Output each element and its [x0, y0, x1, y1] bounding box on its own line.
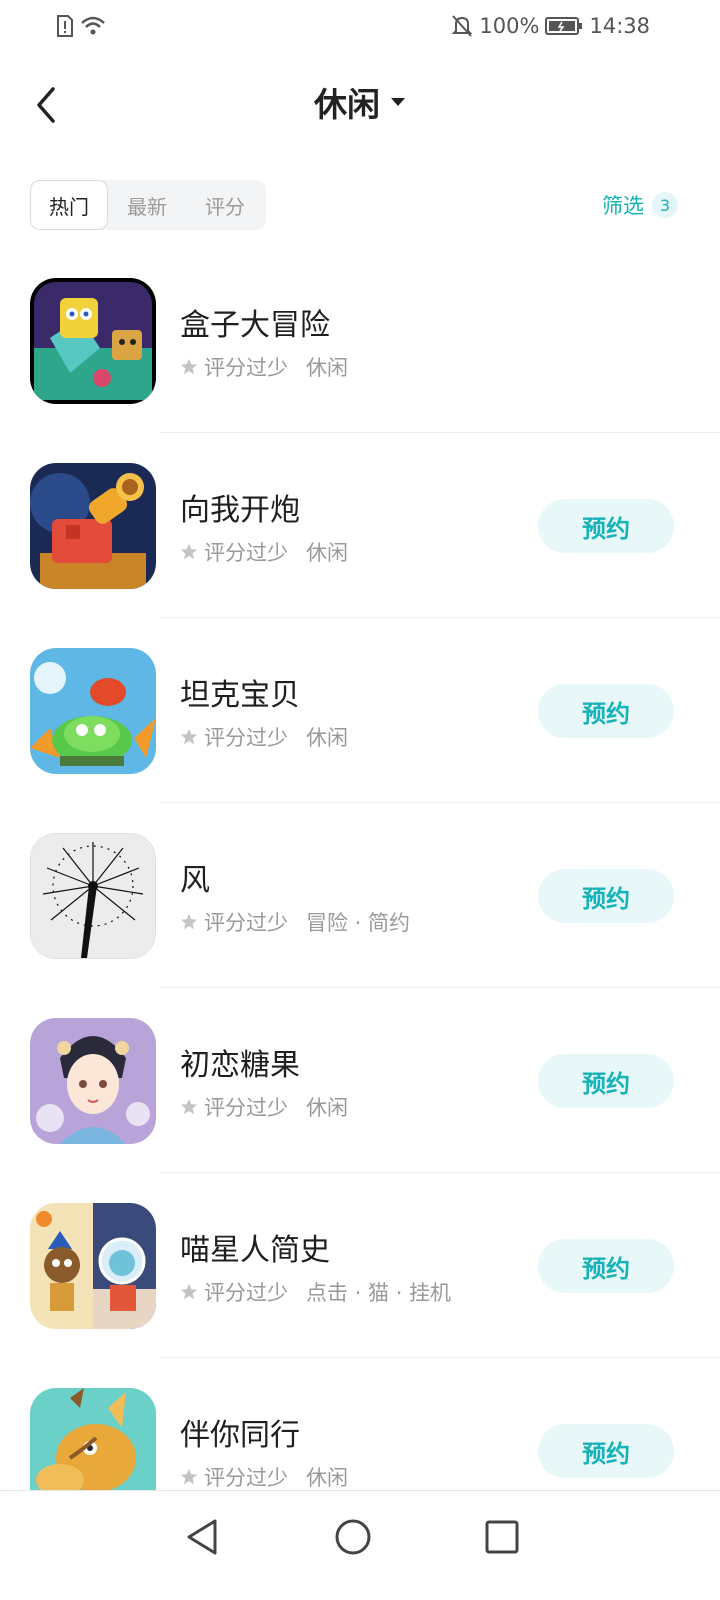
nav-back-button[interactable] [172, 1507, 232, 1567]
tab-hot[interactable]: 热门 [30, 180, 108, 230]
game-icon-wind [30, 833, 156, 959]
filter-label: 筛选 [602, 194, 644, 218]
game-meta: 评分过少 休闲 [180, 722, 348, 752]
star-icon [180, 728, 198, 745]
game-meta: 评分过少 冒险 · 简约 [180, 907, 410, 937]
mute-bell-icon [451, 14, 473, 38]
reserve-button[interactable]: 预约 [538, 1054, 674, 1108]
game-item[interactable]: 初恋糖果 评分过少 休闲 预约 [0, 988, 720, 1173]
circle-home-icon [335, 1519, 371, 1555]
star-icon [180, 543, 198, 560]
system-nav-bar [0, 1490, 720, 1600]
star-icon [180, 1283, 198, 1300]
game-tags: 点击 · 猫 · 挂机 [306, 1281, 452, 1305]
star-icon [180, 1468, 198, 1485]
game-name: 喵星人简史 [180, 1233, 330, 1268]
game-name: 初恋糖果 [180, 1048, 300, 1083]
game-item[interactable]: 向我开炮 评分过少 休闲 预约 [0, 433, 720, 618]
game-tags: 休闲 [306, 1466, 348, 1490]
rating-text: 评分过少 [204, 541, 288, 565]
game-item[interactable]: 盒子大冒险 评分过少 休闲 [0, 248, 720, 433]
wifi-icon [80, 15, 106, 37]
filter-button[interactable]: 筛选 3 [602, 186, 678, 224]
star-icon [180, 913, 198, 930]
reserve-button[interactable]: 预约 [538, 1239, 674, 1293]
game-name: 伴你同行 [180, 1418, 300, 1453]
battery-percent: 100% [479, 14, 540, 38]
game-name: 盒子大冒险 [180, 308, 330, 343]
game-item[interactable]: 坦克宝贝 评分过少 休闲 预约 [0, 618, 720, 803]
game-tags: 冒险 · 简约 [306, 911, 411, 935]
filter-count-badge: 3 [652, 192, 678, 218]
nav-home-button[interactable] [323, 1507, 383, 1567]
game-meta: 评分过少 休闲 [180, 537, 348, 567]
game-icon-tank-baby [30, 648, 156, 774]
star-icon [180, 358, 198, 375]
caret-down-icon [391, 98, 405, 106]
nav-recents-button[interactable] [472, 1507, 532, 1567]
sort-tabs: 热门 最新 评分 [30, 180, 266, 230]
game-icon-fire-at-me [30, 463, 156, 589]
battery-icon [545, 16, 583, 36]
reserve-button[interactable]: 预约 [538, 869, 674, 923]
reserve-button[interactable]: 预约 [538, 499, 674, 553]
status-bar: 100% 14:38 [0, 0, 720, 52]
game-icon-cat-history [30, 1203, 156, 1329]
sim-alert-icon [56, 14, 74, 38]
game-meta: 评分过少 休闲 [180, 1092, 348, 1122]
game-name: 坦克宝贝 [180, 678, 300, 713]
rating-text: 评分过少 [204, 1281, 288, 1305]
rating-text: 评分过少 [204, 1466, 288, 1490]
game-list: 盒子大冒险 评分过少 休闲 向我开炮 评分过少 休闲 预约 坦克宝贝 评分过少 … [0, 248, 720, 1543]
game-icon-box-adventure [30, 278, 156, 404]
rating-text: 评分过少 [204, 726, 288, 750]
game-tags: 休闲 [306, 726, 348, 750]
triangle-back-icon [187, 1519, 217, 1555]
rating-text: 评分过少 [204, 911, 288, 935]
game-name: 向我开炮 [180, 493, 300, 528]
category-dropdown[interactable]: 休闲 [0, 78, 720, 126]
game-meta: 评分过少 点击 · 猫 · 挂机 [180, 1277, 451, 1307]
tab-rating[interactable]: 评分 [186, 180, 264, 230]
game-name: 风 [180, 863, 210, 898]
square-recents-icon [485, 1520, 519, 1554]
star-icon [180, 1098, 198, 1115]
game-meta: 评分过少 休闲 [180, 352, 348, 382]
game-item[interactable]: 喵星人简史 评分过少 点击 · 猫 · 挂机 预约 [0, 1173, 720, 1358]
game-tags: 休闲 [306, 1096, 348, 1120]
tab-newest[interactable]: 最新 [108, 180, 186, 230]
clock: 14:38 [589, 14, 650, 38]
game-icon-first-love-candy [30, 1018, 156, 1144]
reserve-button[interactable]: 预约 [538, 684, 674, 738]
game-tags: 休闲 [306, 541, 348, 565]
rating-text: 评分过少 [204, 356, 288, 380]
page-title: 休闲 [314, 85, 380, 124]
header: 休闲 [0, 60, 720, 150]
rating-text: 评分过少 [204, 1096, 288, 1120]
reserve-button[interactable]: 预约 [538, 1424, 674, 1478]
game-meta: 评分过少 休闲 [180, 1462, 348, 1492]
game-item[interactable]: 风 评分过少 冒险 · 简约 预约 [0, 803, 720, 988]
game-tags: 休闲 [306, 356, 348, 380]
